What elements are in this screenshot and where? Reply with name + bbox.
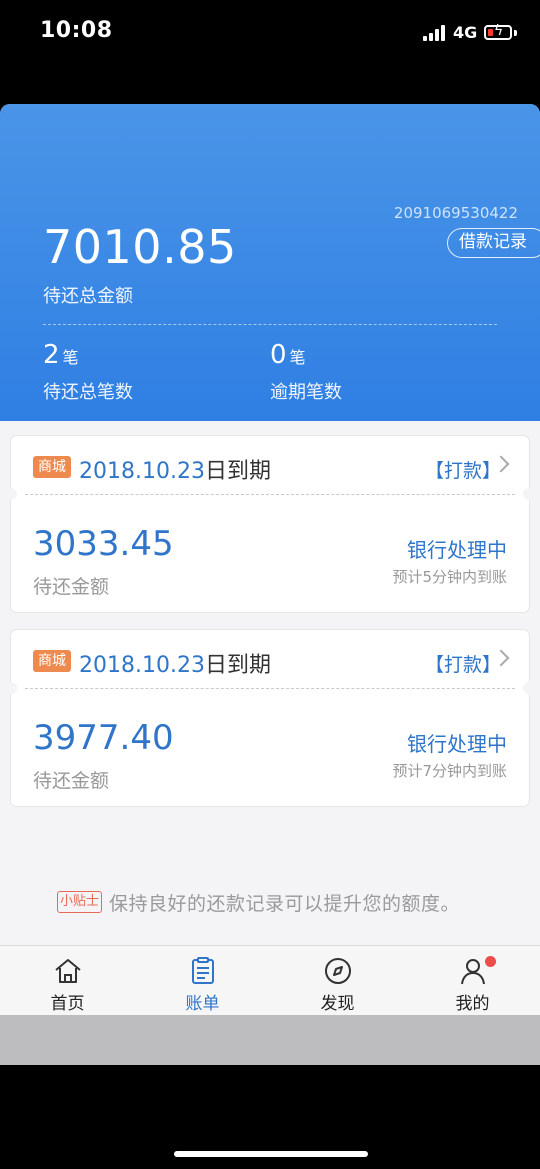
due-date-suffix: 日到期 <box>204 653 271 678</box>
status-time: 10:08 <box>40 18 113 43</box>
pending-count-label: 待还总笔数 <box>43 382 133 403</box>
bill-amount: 3977.40 <box>33 718 174 758</box>
tab-label: 账单 <box>185 994 220 1014</box>
notification-dot <box>485 956 496 967</box>
bottom-area <box>0 1015 540 1065</box>
bill-card[interactable]: 商城 2018.10.23日到期 【打款】 3977.40 待还金额 银行处理中… <box>5 630 535 806</box>
network-label: 4G <box>453 23 478 42</box>
total-amount-label: 待还总金额 <box>43 286 133 307</box>
payment-link[interactable]: 【打款】 <box>425 456 501 483</box>
due-date-suffix: 日到期 <box>204 459 271 484</box>
pending-count-value: 2 <box>43 340 60 370</box>
bill-amount-label: 待还金额 <box>33 770 110 792</box>
loan-record-button[interactable]: 借款记录 <box>447 228 540 258</box>
card-notch <box>523 682 535 694</box>
signal-icon <box>423 25 449 41</box>
tab-discover[interactable]: 发现 <box>270 946 405 1016</box>
divider <box>43 324 497 325</box>
tab-bill[interactable]: 账单 <box>135 946 270 1016</box>
home-icon <box>54 959 81 983</box>
bill-status: 银行处理中 <box>407 538 507 562</box>
phone-screen: 10:08 4G ϟ 2091069530422 借款记录 7010.85 待还… <box>0 0 540 1169</box>
bill-eta: 预计7分钟内到账 <box>392 762 507 780</box>
summary-header: 2091069530422 借款记录 7010.85 待还总金额 2笔 待还总笔… <box>0 104 540 421</box>
mall-tag: 商城 <box>33 456 71 478</box>
tab-profile[interactable]: 我的 <box>405 946 540 1016</box>
bill-status: 银行处理中 <box>407 732 507 756</box>
card-divider <box>25 494 515 495</box>
app-container: 2091069530422 借款记录 7010.85 待还总金额 2笔 待还总笔… <box>0 104 540 1065</box>
due-date: 2018.10.23日到期 <box>79 453 271 485</box>
bill-amount-label: 待还金额 <box>33 576 110 598</box>
due-date: 2018.10.23日到期 <box>79 647 271 679</box>
bill-eta: 预计5分钟内到账 <box>392 568 507 586</box>
card-notch <box>5 682 17 694</box>
tip-text: 保持良好的还款记录可以提升您的额度。 <box>109 892 461 915</box>
card-notch <box>5 488 17 500</box>
card-divider <box>25 688 515 689</box>
status-bar: 10:08 4G ϟ <box>0 0 540 66</box>
overdue-count-value: 0 <box>270 340 287 370</box>
bill-card[interactable]: 商城 2018.10.23日到期 【打款】 3033.45 待还金额 银行处理中… <box>5 436 535 612</box>
overdue-count: 0笔 <box>270 340 306 370</box>
tip-badge: 小贴士 <box>57 891 103 913</box>
account-number: 2091069530422 <box>393 204 518 222</box>
home-indicator[interactable] <box>174 1151 368 1157</box>
due-date-value: 2018.10.23 <box>79 653 205 678</box>
tab-bar: 首页 账单 发现 我的 <box>0 945 540 1016</box>
pending-count: 2笔 <box>43 340 79 370</box>
charging-icon: ϟ <box>494 23 504 39</box>
due-date-value: 2018.10.23 <box>79 459 205 484</box>
tab-label: 我的 <box>455 994 490 1014</box>
total-amount: 7010.85 <box>43 220 237 274</box>
tab-label: 发现 <box>320 994 355 1014</box>
payment-link[interactable]: 【打款】 <box>425 650 501 677</box>
compass-icon <box>324 958 351 984</box>
profile-icon <box>460 959 485 985</box>
battery-tip <box>514 30 517 36</box>
tip-banner: 小贴士 保持良好的还款记录可以提升您的额度。 <box>57 887 460 917</box>
tab-label: 首页 <box>50 994 85 1014</box>
overdue-count-unit: 笔 <box>289 348 306 367</box>
bill-icon <box>191 957 214 984</box>
tab-home[interactable]: 首页 <box>0 946 135 1016</box>
pending-count-unit: 笔 <box>62 348 79 367</box>
card-notch <box>523 488 535 500</box>
overdue-count-label: 逾期笔数 <box>270 382 342 403</box>
bill-amount: 3033.45 <box>33 524 174 564</box>
mall-tag: 商城 <box>33 650 71 672</box>
